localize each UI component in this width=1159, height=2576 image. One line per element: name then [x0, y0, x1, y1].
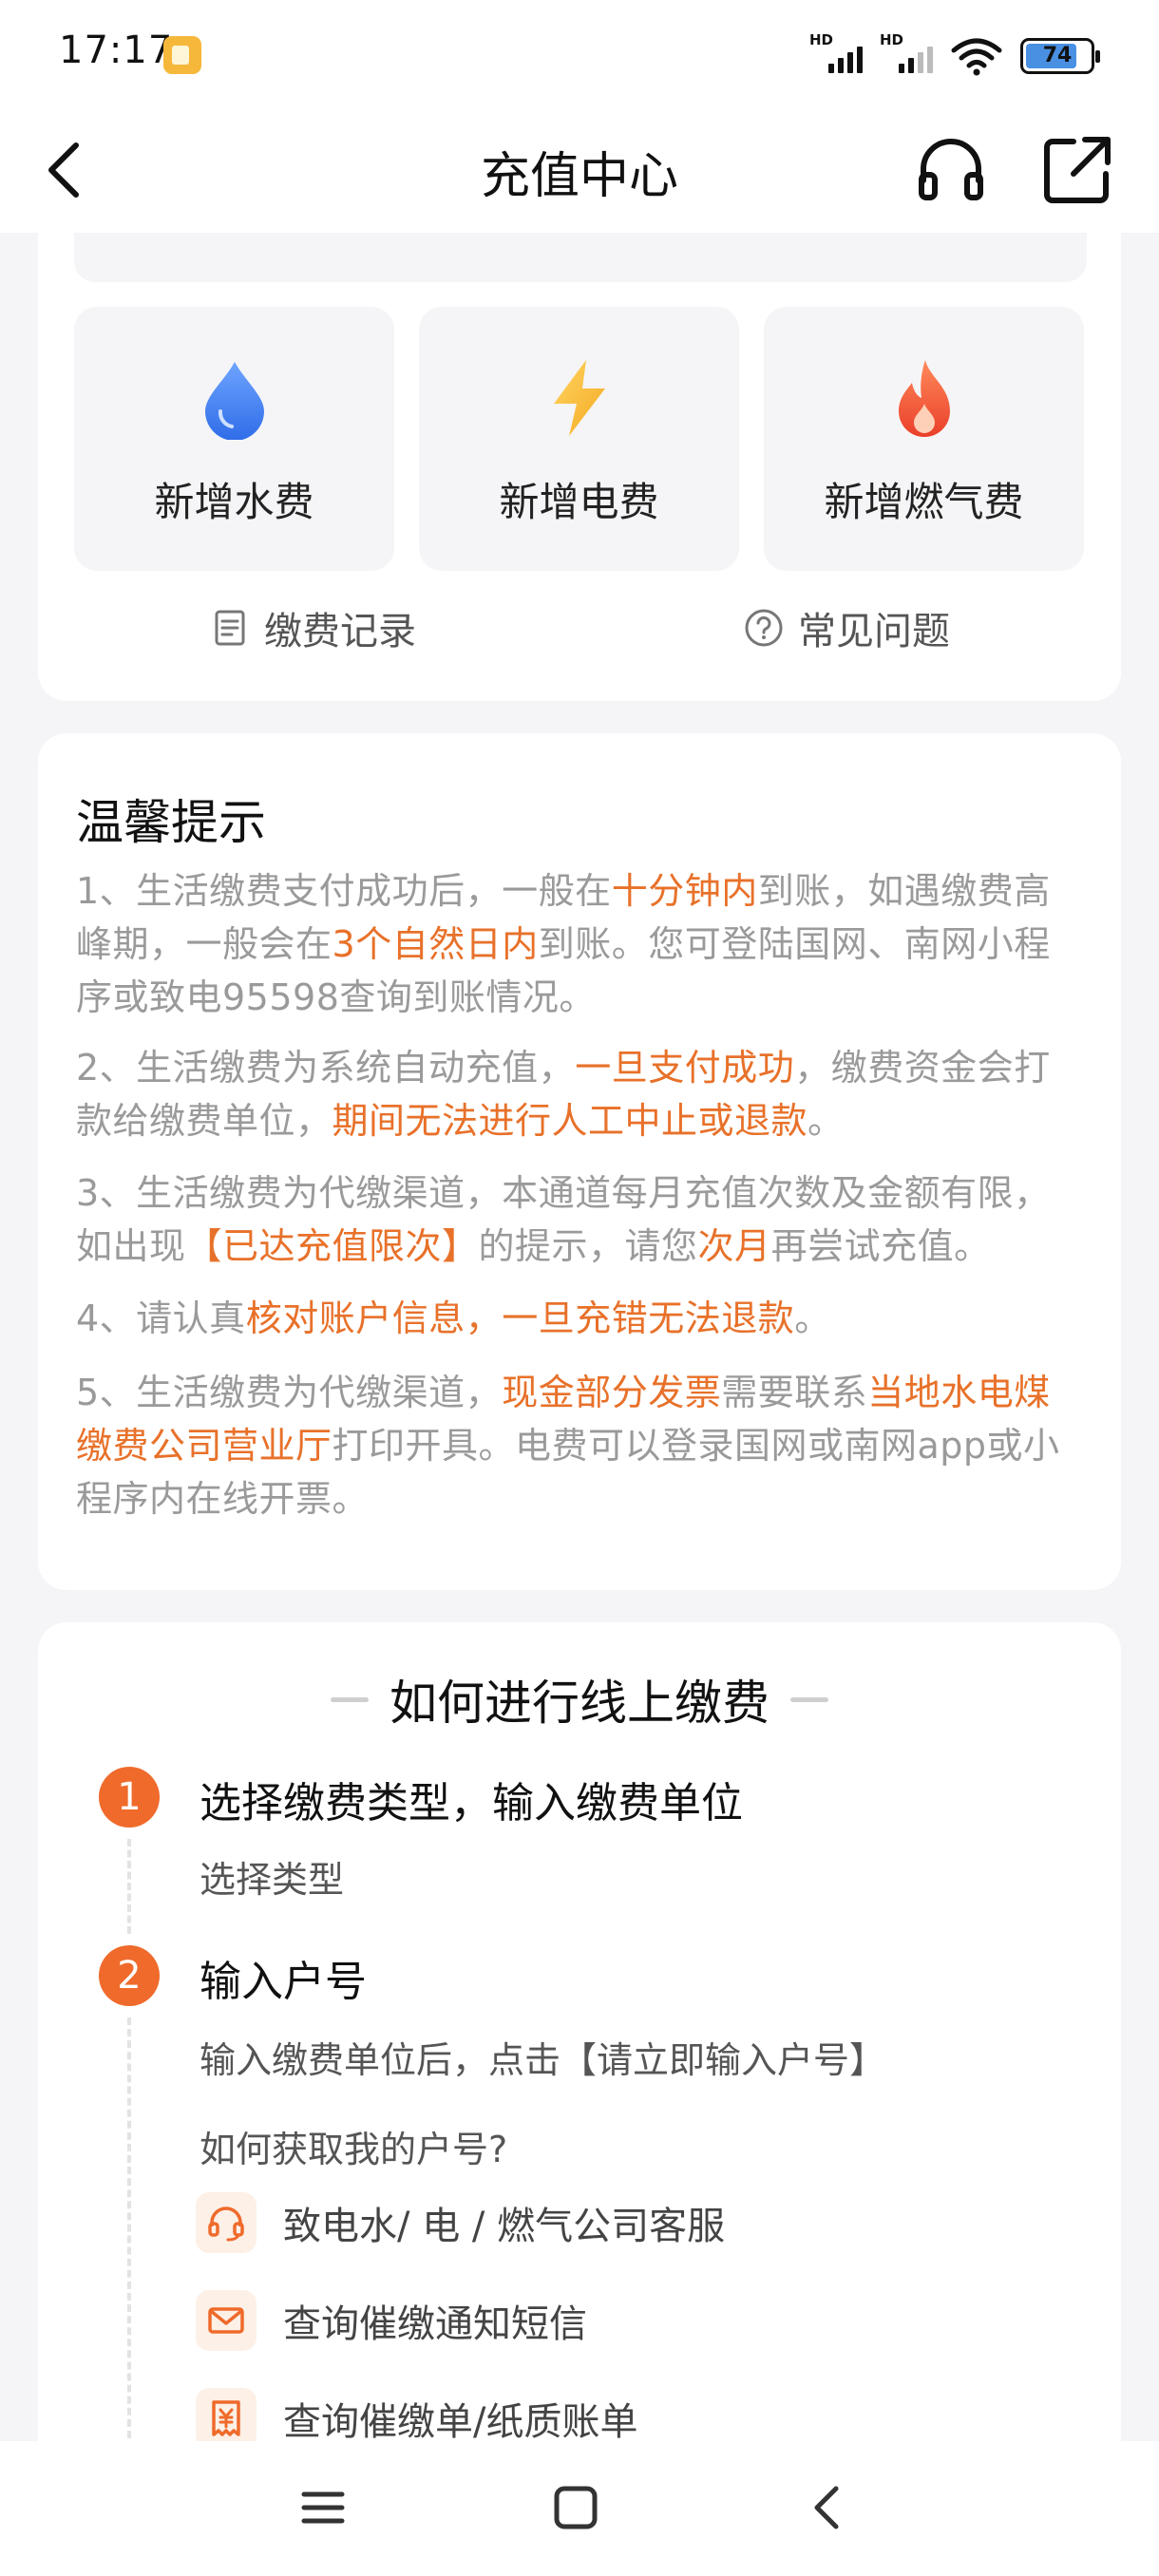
method-call-service: 致电水/ 电 / 燃气公司客服 [196, 2192, 725, 2253]
step-2-badge: 2 [99, 1945, 160, 2006]
method-bill-label: 查询催缴单/纸质账单 [283, 2400, 638, 2444]
status-time: 17:17 [59, 28, 174, 72]
payment-records-link[interactable]: 缴费记录 [209, 601, 416, 654]
water-drop-icon [205, 362, 264, 440]
method-bill: 查询催缴单/纸质账单 [196, 2388, 637, 2449]
headset-icon [196, 2192, 256, 2253]
headset-icon[interactable] [914, 133, 988, 207]
howto-title: 如何进行线上缴费 [390, 1676, 770, 1731]
signal-sim2-icon: HD [880, 31, 933, 77]
notification-app-icon [163, 36, 201, 74]
heading-dash-left [331, 1696, 369, 1702]
services-card: 新增水费 新增电费 新增燃气费 缴费记录 常见问题 [38, 233, 1121, 701]
home-square-icon[interactable] [545, 2477, 606, 2538]
payment-records-label: 缴费记录 [264, 610, 416, 653]
add-gas-fee-label: 新增燃气费 [824, 479, 1024, 525]
back-triangle-icon[interactable] [798, 2477, 859, 2538]
status-indicators: HD HD 74 [809, 31, 1100, 80]
wifi-icon [951, 38, 1002, 76]
step-1-title: 选择缴费类型，输入缴费单位 [200, 1779, 743, 1828]
question-circle-icon [745, 609, 783, 647]
top-nav-bar: 充值中心 [0, 109, 1159, 233]
lightning-icon [554, 360, 605, 436]
tip-5: 5、生活缴费为代缴渠道，现金部分发票需要联系当地水电煤缴费公司营业厅打印开具。电… [76, 1372, 1060, 1520]
howto-heading: 如何进行线上缴费 [38, 1666, 1121, 1733]
step-2-question: 如何获取我的户号? [200, 2129, 508, 2170]
step-2-sub: 输入缴费单位后，点击【请立即输入户号】 [200, 2039, 886, 2081]
tip-2: 2、生活缴费为系统自动充值，一旦支付成功，缴费资金会打款给缴费单位，期间无法进行… [76, 1047, 1051, 1142]
heading-dash-right [790, 1696, 828, 1702]
menu-icon[interactable] [293, 2477, 353, 2538]
method-sms: 查询催缴通知短信 [196, 2290, 587, 2351]
add-electricity-fee-label: 新增电费 [499, 479, 659, 525]
mail-icon [196, 2290, 256, 2351]
tip-3: 3、生活缴费为代缴渠道，本通道每月充值次数及金额有限，如出现【已达充值限次】的提… [76, 1172, 1051, 1267]
howto-card: 如何进行线上缴费 1 选择缴费类型，输入缴费单位 选择类型 2 输入户号 输入缴… [38, 1622, 1121, 2576]
method-sms-label: 查询催缴通知短信 [283, 2302, 587, 2346]
share-external-icon[interactable] [1039, 132, 1115, 208]
tips-title: 温馨提示 [76, 795, 266, 850]
document-list-icon [215, 610, 245, 646]
system-navigation-bar [0, 2441, 1159, 2576]
step-1-badge: 1 [99, 1767, 160, 1828]
add-electricity-fee-button[interactable]: 新增电费 [419, 307, 739, 571]
add-gas-fee-button[interactable]: 新增燃气费 [764, 307, 1084, 571]
tip-4: 4、请认真核对账户信息，一旦充错无法退款。 [76, 1297, 831, 1339]
step-2-title: 输入户号 [200, 1958, 367, 2006]
collapsed-section-edge [74, 233, 1087, 282]
faq-link[interactable]: 常见问题 [743, 601, 950, 654]
battery-level: 74 [1042, 44, 1073, 67]
add-water-fee-button[interactable]: 新增水费 [74, 307, 394, 571]
signal-sim1-icon: HD [809, 31, 863, 77]
tip-1: 1、生活缴费支付成功后，一般在十分钟内到账，如遇缴费高峰期，一般会在3个自然日内… [76, 870, 1051, 1018]
battery-icon: 74 [1020, 38, 1100, 74]
add-water-fee-label: 新增水费 [154, 479, 314, 525]
step-1-sub: 选择类型 [200, 1859, 345, 1901]
status-bar: 17:17 HD HD 74 [0, 0, 1159, 109]
flame-icon [899, 360, 950, 437]
method-call-service-label: 致电水/ 电 / 燃气公司客服 [283, 2205, 726, 2248]
faq-label: 常见问题 [798, 610, 950, 653]
step-1-connector [127, 1839, 131, 1934]
yuan-receipt-icon [196, 2388, 256, 2449]
tips-card: 温馨提示 1、生活缴费支付成功后，一般在十分钟内到账，如遇缴费高峰期，一般会在3… [38, 733, 1121, 1590]
